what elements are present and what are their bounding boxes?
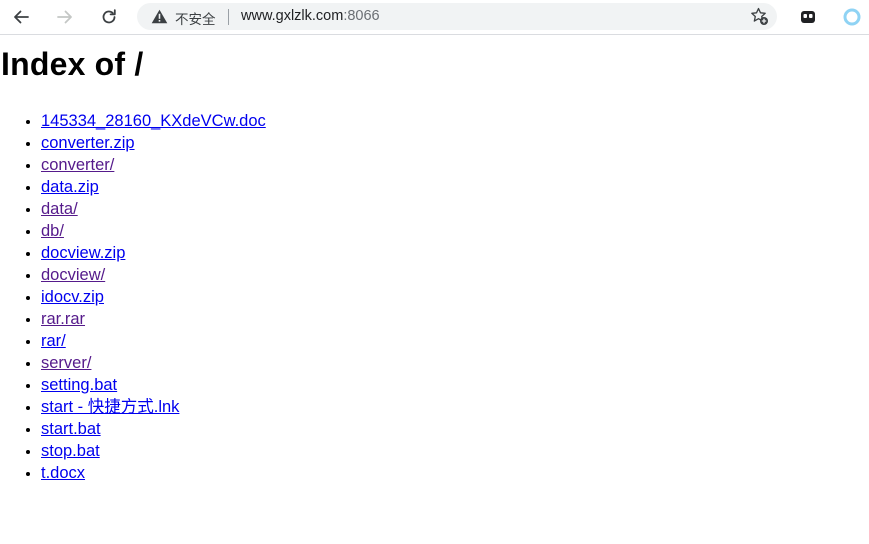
profile-icon xyxy=(843,8,861,26)
file-link[interactable]: 145334_28160_KXdeVCw.doc xyxy=(41,112,266,130)
file-link[interactable]: setting.bat xyxy=(41,376,117,394)
security-label[interactable]: 不安全 xyxy=(175,8,216,28)
list-item: data.zip xyxy=(41,176,266,198)
file-link[interactable]: idocv.zip xyxy=(41,288,104,306)
list-item: 145334_28160_KXdeVCw.doc xyxy=(41,110,266,132)
forward-button[interactable] xyxy=(52,4,78,30)
file-link[interactable]: start.bat xyxy=(41,420,101,438)
file-link[interactable]: t.docx xyxy=(41,464,85,482)
list-item: idocv.zip xyxy=(41,286,266,308)
list-item: rar.rar xyxy=(41,308,266,330)
file-link[interactable]: converter.zip xyxy=(41,134,135,152)
file-link[interactable]: data.zip xyxy=(41,178,99,196)
url-port: :8066 xyxy=(343,8,380,24)
list-item: docview/ xyxy=(41,264,266,286)
file-link[interactable]: server/ xyxy=(41,354,91,372)
warning-icon[interactable] xyxy=(151,9,168,24)
url-text[interactable]: www.gxlzlk.com:8066 xyxy=(241,8,380,24)
back-button[interactable] xyxy=(8,4,34,30)
file-link[interactable]: converter/ xyxy=(41,156,114,174)
list-item: converter.zip xyxy=(41,132,266,154)
file-link[interactable]: rar.rar xyxy=(41,310,85,328)
back-arrow-icon xyxy=(14,10,29,24)
file-link[interactable]: rar/ xyxy=(41,332,66,350)
address-divider xyxy=(228,9,229,25)
extension-button[interactable] xyxy=(799,8,817,26)
list-item: converter/ xyxy=(41,154,266,176)
file-link[interactable]: start - 快捷方式.lnk xyxy=(41,398,179,416)
reload-button[interactable] xyxy=(96,4,122,30)
list-item: start - 快捷方式.lnk xyxy=(41,396,266,418)
file-link[interactable]: docview.zip xyxy=(41,244,125,262)
file-link[interactable]: docview/ xyxy=(41,266,105,284)
list-item: rar/ xyxy=(41,330,266,352)
browser-toolbar: 不安全 www.gxlzlk.com:8066 xyxy=(0,0,869,35)
page-title: Index of / xyxy=(1,46,144,82)
list-item: db/ xyxy=(41,220,266,242)
file-list: 145334_28160_KXdeVCw.doc converter.zip con… xyxy=(0,110,266,484)
list-item: stop.bat xyxy=(41,440,266,462)
list-item: setting.bat xyxy=(41,374,266,396)
list-item: server/ xyxy=(41,352,266,374)
list-item: start.bat xyxy=(41,418,266,440)
profile-button[interactable] xyxy=(843,8,861,26)
list-item: data/ xyxy=(41,198,266,220)
add-favorite-icon[interactable] xyxy=(750,7,769,26)
forward-arrow-icon xyxy=(57,10,72,24)
address-bar[interactable]: 不安全 www.gxlzlk.com:8066 xyxy=(137,3,777,30)
file-link[interactable]: stop.bat xyxy=(41,442,100,460)
extension-icon xyxy=(801,11,815,23)
list-item: t.docx xyxy=(41,462,266,484)
url-host: www.gxlzlk.com xyxy=(241,8,344,24)
file-link[interactable]: db/ xyxy=(41,222,64,240)
list-item: docview.zip xyxy=(41,242,266,264)
reload-icon xyxy=(102,9,116,24)
file-link[interactable]: data/ xyxy=(41,200,78,218)
